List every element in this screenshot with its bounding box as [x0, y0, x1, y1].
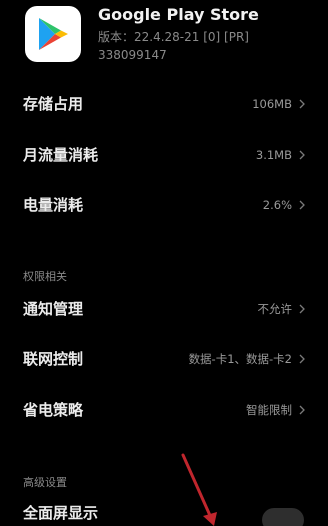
advanced-section-title: 高级设置	[23, 476, 67, 489]
chevron-right-icon	[299, 405, 305, 415]
data-usage-row[interactable]: 月流量消耗 3.1MB	[0, 129, 328, 181]
battery-row[interactable]: 电量消耗 2.6%	[0, 179, 328, 231]
app-header: Google Play Store 版本：22.4.28-21 [0] [PR]…	[0, 0, 328, 78]
power-saving-value: 智能限制	[246, 403, 292, 417]
data-usage-value: 3.1MB	[255, 148, 292, 162]
chevron-right-icon	[299, 200, 305, 210]
power-saving-label: 省电策略	[23, 401, 84, 419]
battery-value: 2.6%	[262, 198, 292, 212]
chevron-right-icon	[299, 150, 305, 160]
network-control-value: 数据-卡1、数据-卡2	[188, 352, 292, 366]
fullscreen-row[interactable]: 全面屏显示	[0, 500, 328, 526]
chevron-right-icon	[299, 304, 305, 314]
storage-value: 106MB	[252, 97, 292, 111]
chevron-right-icon	[299, 354, 305, 364]
storage-row[interactable]: 存储占用 106MB	[0, 78, 328, 130]
data-usage-label: 月流量消耗	[23, 146, 99, 164]
google-play-icon	[25, 6, 81, 62]
notifications-label: 通知管理	[23, 300, 84, 318]
power-saving-row[interactable]: 省电策略 智能限制	[0, 384, 328, 436]
permissions-section-title: 权限相关	[23, 270, 67, 283]
fullscreen-toggle[interactable]	[262, 508, 304, 526]
chevron-right-icon	[299, 99, 305, 109]
network-control-row[interactable]: 联网控制 数据-卡1、数据-卡2	[0, 333, 328, 385]
notifications-value: 不允许	[257, 302, 293, 316]
app-version: 版本：22.4.28-21 [0] [PR] 338099147	[98, 30, 249, 62]
notifications-row[interactable]: 通知管理 不允许	[0, 283, 328, 335]
app-name: Google Play Store	[98, 5, 259, 24]
battery-label: 电量消耗	[23, 196, 84, 214]
network-control-label: 联网控制	[23, 350, 84, 368]
storage-label: 存储占用	[23, 95, 84, 113]
fullscreen-label: 全面屏显示	[23, 504, 99, 522]
